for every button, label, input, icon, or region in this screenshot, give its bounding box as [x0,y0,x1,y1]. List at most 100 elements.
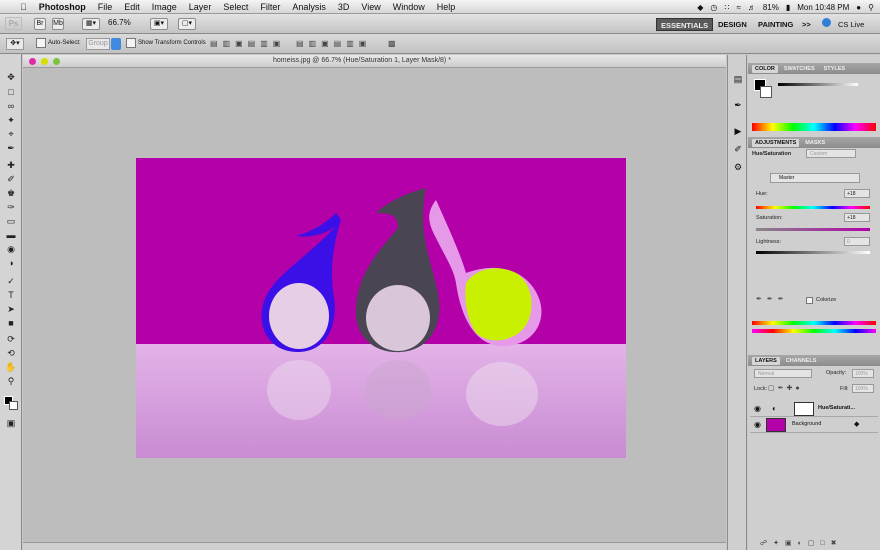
3d-camera-tool-icon[interactable]: ⟲ [4,348,18,359]
menu-help[interactable]: Help [431,2,462,12]
cs-live-button[interactable]: CS Live [834,18,868,31]
layer-mask-thumbnail[interactable] [794,402,814,416]
fill-field[interactable]: 100% [852,384,874,393]
image-canvas[interactable] [136,158,626,458]
workspace-painting[interactable]: PAINTING [754,18,797,31]
lightness-value-field[interactable]: 0 [844,237,870,246]
user-icon[interactable]: ● [856,3,861,12]
mini-bridge-panel-icon[interactable]: ▤ [732,73,744,85]
menu-layer[interactable]: Layer [183,2,218,12]
spotlight-icon[interactable]: ⚲ [868,3,874,12]
channel-dropdown[interactable]: Master [770,173,860,183]
saturation-value-field[interactable]: +18 [844,213,870,222]
menu-edit[interactable]: Edit [118,2,146,12]
marquee-tool-icon[interactable]: □ [4,87,18,98]
type-tool-icon[interactable]: T [4,290,18,301]
clock-status-icon[interactable]: ◷ [710,3,717,12]
color-background[interactable] [760,86,772,98]
menu-select[interactable]: Select [217,2,254,12]
history-brush-tool-icon[interactable]: ✑ [4,202,18,213]
zoom-tool-icon[interactable]: ⚲ [4,376,18,387]
color-slider[interactable] [778,83,858,86]
gradient-tool-icon[interactable]: ▬ [4,230,18,241]
tool-preset-picker[interactable]: ✥▾ [6,38,24,50]
align-buttons-icon[interactable]: ▤▥▣▤▥▣ [210,39,285,48]
mini-bridge-icon[interactable]: Mb [52,18,64,30]
history-panel-icon[interactable]: ✒ [732,99,744,111]
apple-icon[interactable]:  [14,2,33,12]
actions-panel-icon[interactable]: ▶ [732,125,744,137]
view-extras-icon[interactable]: ▦▾ [82,18,100,30]
layer-name[interactable]: Hue/Saturati... [818,405,855,411]
wifi-icon[interactable]: ≈ [736,3,740,12]
clone-source-panel-icon[interactable]: ⚙ [732,161,744,173]
layer-thumbnail[interactable] [766,418,786,432]
saturation-slider[interactable] [756,228,870,231]
show-transform-checkbox[interactable] [126,38,136,48]
pen-tool-icon[interactable]: ✓ [4,276,18,287]
bluetooth-icon[interactable]: ∷ [724,3,729,12]
menu-3d[interactable]: 3D [332,2,356,12]
menu-filter[interactable]: Filter [254,2,286,12]
menu-window[interactable]: Window [387,2,431,12]
minimize-window-icon[interactable] [41,58,48,65]
shape-tool-icon[interactable]: ■ [4,318,18,329]
clone-stamp-tool-icon[interactable]: ♚ [4,188,18,199]
tab-swatches[interactable]: SWATCHES [781,65,818,73]
dropbox-icon[interactable]: ◆ [697,3,703,12]
close-window-icon[interactable] [29,58,36,65]
layer-name[interactable]: Background [792,421,821,427]
color-ramp[interactable] [752,123,876,131]
clock[interactable]: Mon 10:48 PM [797,3,849,12]
volume-icon[interactable]: ♬ [748,3,756,12]
layer-actions-icons[interactable]: ☍✦▣◐▢□✖ [760,539,843,547]
menu-app-name[interactable]: Photoshop [33,2,92,12]
menu-file[interactable]: File [92,2,119,12]
hand-tool-icon[interactable]: ✋ [4,362,18,373]
tab-color[interactable]: COLOR [752,64,778,73]
eyedropper-tool-icon[interactable]: ✒ [4,143,18,154]
quick-mask-icon[interactable]: ▣ [4,418,18,429]
battery-percent[interactable]: 81% [763,3,779,12]
eye-icon[interactable]: ◉ [754,404,761,413]
layer-row[interactable]: ◉ ◐ Hue/Saturati... [750,401,878,417]
blur-tool-icon[interactable]: ◉ [4,244,18,255]
distribute-buttons-icon[interactable]: ▤▥▣▤▥▣ [296,39,371,48]
lasso-tool-icon[interactable]: ∞ [4,101,18,112]
blend-mode-dropdown[interactable]: Normal [754,369,812,378]
path-selection-tool-icon[interactable]: ➤ [4,304,18,315]
brushes-panel-icon[interactable]: ✐ [732,143,744,155]
tab-masks[interactable]: MASKS [802,139,828,147]
hue-slider[interactable] [756,206,870,209]
auto-align-icon[interactable]: ▩ [388,39,396,48]
dodge-tool-icon[interactable]: ◑ [4,258,18,269]
battery-icon[interactable]: ▮ [786,3,790,12]
lock-icons[interactable]: ▢✒✚● [768,384,803,392]
tab-layers[interactable]: LAYERS [752,356,780,365]
zoom-window-icon[interactable] [53,58,60,65]
preset-dropdown[interactable]: Custom [806,149,856,158]
brush-tool-icon[interactable]: ✐ [4,174,18,185]
eraser-tool-icon[interactable]: ▭ [4,216,18,227]
healing-brush-tool-icon[interactable]: ✚ [4,160,18,171]
tab-adjustments[interactable]: ADJUSTMENTS [752,138,800,147]
zoom-level[interactable]: 66.7% [108,18,131,27]
eye-icon[interactable]: ◉ [754,420,761,429]
background-color-swatch[interactable] [9,401,18,410]
dropdown-arrow-icon[interactable] [111,38,121,50]
menu-view[interactable]: View [355,2,386,12]
menu-image[interactable]: Image [146,2,183,12]
colorize-checkbox[interactable] [806,297,813,304]
hue-value-field[interactable]: +18 [844,189,870,198]
auto-select-checkbox[interactable] [36,38,46,48]
lightness-slider[interactable] [756,251,870,254]
screen-mode-icon[interactable]: ▢▾ [178,18,196,30]
menu-analysis[interactable]: Analysis [286,2,332,12]
auto-select-dropdown[interactable]: Group [86,38,110,50]
workspace-essentials[interactable]: ESSENTIALS [656,18,714,31]
workspace-design[interactable]: DESIGN [714,18,751,31]
tab-styles[interactable]: STYLES [821,65,848,73]
crop-tool-icon[interactable]: ⌖ [4,129,18,140]
eyedroppers-icon[interactable]: ✒✒✒ [756,295,789,303]
document-window[interactable] [23,68,726,544]
